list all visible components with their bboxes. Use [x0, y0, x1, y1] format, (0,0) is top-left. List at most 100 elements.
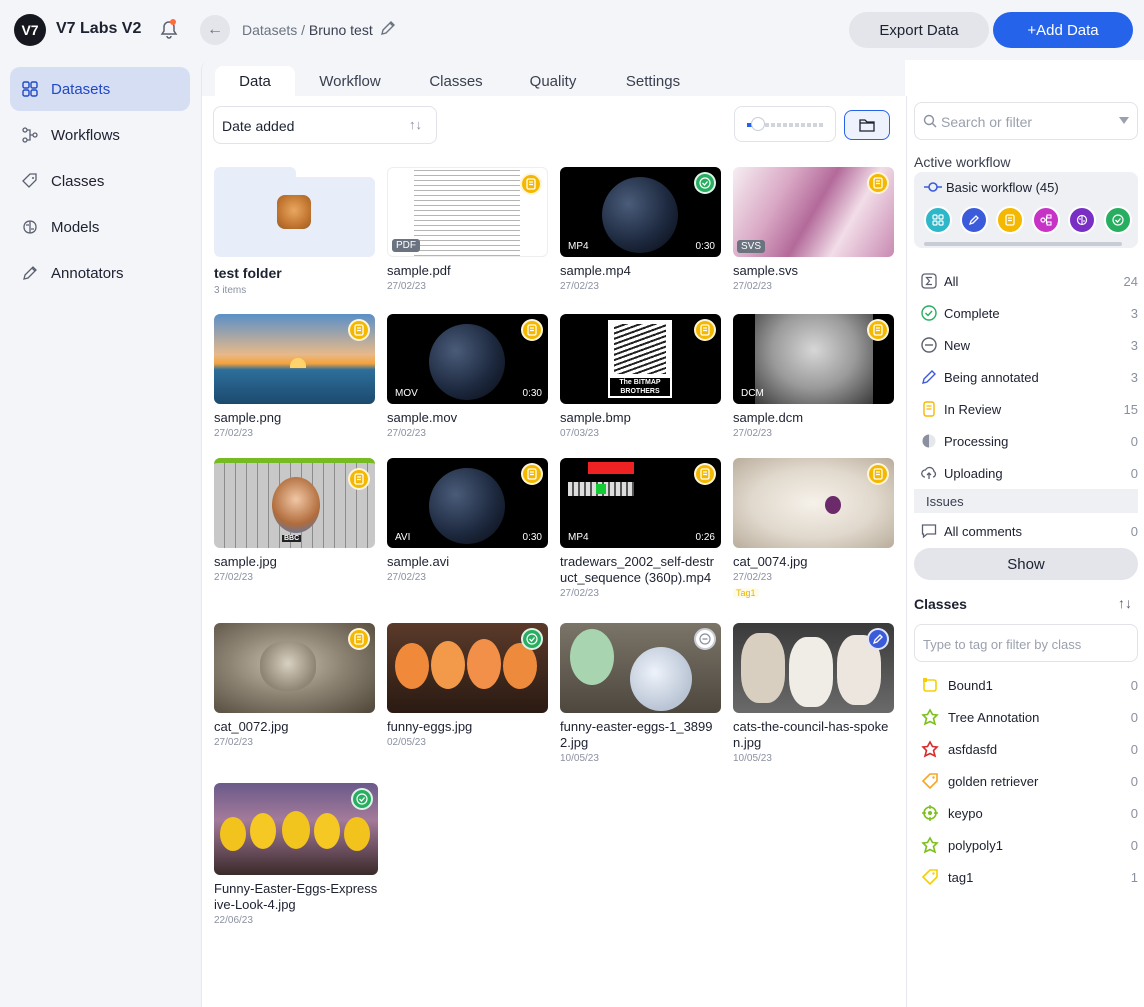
complete-icon [921, 305, 937, 321]
breadcrumb: Datasets / Bruno test [242, 22, 373, 38]
in-review-icon[interactable] [867, 172, 889, 194]
status-filter-in-review[interactable]: In Review 15 [907, 393, 1144, 425]
tab-data[interactable]: Data [215, 66, 295, 96]
class-item[interactable]: keypo 0 [907, 797, 1144, 829]
class-label: keypo [948, 806, 983, 821]
in-review-icon[interactable] [348, 468, 370, 490]
export-data-button[interactable]: Export Data [849, 12, 989, 48]
file-card[interactable]: The BITMAP BROTHERS sample.bmp 07/03/23 [560, 314, 721, 439]
smiley-egg-image [282, 811, 310, 849]
file-date: 27/02/23 [733, 281, 772, 292]
filter-dropdown-icon[interactable] [1119, 117, 1129, 125]
in-review-icon[interactable] [348, 628, 370, 650]
class-count: 0 [1130, 710, 1138, 725]
in-review-icon[interactable] [867, 319, 889, 341]
bell-icon[interactable] [159, 20, 179, 40]
class-item[interactable]: polypoly1 0 [907, 829, 1144, 861]
cat-image [789, 637, 833, 707]
file-card[interactable]: sample.png 27/02/23 [214, 314, 375, 439]
status-filter-all[interactable]: All 24 [907, 265, 1144, 297]
complete-icon[interactable] [521, 628, 543, 650]
file-thumbnail: The BITMAP BROTHERS [560, 314, 721, 404]
logic-stage-icon[interactable] [1032, 206, 1060, 234]
file-card[interactable]: BBC sample.jpg 27/02/23 [214, 458, 375, 583]
file-tag[interactable]: Tag1 [733, 588, 759, 598]
org-name[interactable]: V7 Labs V2 [56, 20, 141, 38]
status-filter-uploading[interactable]: Uploading 0 [907, 457, 1144, 489]
class-item[interactable]: tag1 1 [907, 861, 1144, 893]
status-filter-new[interactable]: New 3 [907, 329, 1144, 361]
complete-icon[interactable] [694, 172, 716, 194]
in-review-icon[interactable] [694, 319, 716, 341]
new-status-icon[interactable] [694, 628, 716, 650]
file-card[interactable]: cats-the-council-has-spoken.jpg 10/05/23 [733, 623, 894, 764]
file-name: sample.avi [387, 554, 450, 569]
folder-view-button[interactable] [844, 110, 890, 140]
file-card[interactable]: DCM sample.dcm 27/02/23 [733, 314, 894, 439]
class-item[interactable]: golden retriever 0 [907, 765, 1144, 797]
status-filter-being-annotated[interactable]: Being annotated 3 [907, 361, 1144, 393]
in-review-icon[interactable] [520, 173, 542, 195]
file-date: 27/02/23 [733, 428, 772, 439]
file-name: funny-eggs.jpg [387, 719, 473, 734]
file-card[interactable]: Funny-Easter-Eggs-Expressive-Look-4.jpg … [214, 783, 378, 926]
in-review-icon[interactable] [521, 463, 543, 485]
format-label: DCM [741, 388, 764, 399]
file-card[interactable]: PDF sample.pdf 27/02/23 [387, 167, 548, 292]
status-filter-processing[interactable]: Processing 0 [907, 425, 1144, 457]
v7-logo[interactable]: V7 [14, 14, 46, 46]
file-card[interactable]: cat_0072.jpg 27/02/23 [214, 623, 375, 748]
slider-knob[interactable] [751, 117, 765, 131]
tab-classes[interactable]: Classes [420, 66, 492, 96]
workflow-card[interactable]: Basic workflow (45) [914, 172, 1138, 248]
sidebar-item-models[interactable]: Models [10, 205, 190, 249]
format-label: MP4 [568, 241, 589, 252]
file-card[interactable]: funny-eggs.jpg 02/05/23 [387, 623, 548, 748]
file-card[interactable]: funny-easter-eggs-1_38992.jpg 10/05/23 [560, 623, 721, 764]
file-date: 27/02/23 [387, 428, 426, 439]
file-card[interactable]: cat_0074.jpg 27/02/23 Tag1 [733, 458, 894, 601]
class-filter-input[interactable]: Type to tag or filter by class [914, 624, 1138, 662]
in-review-icon[interactable] [348, 319, 370, 341]
add-data-button[interactable]: +Add Data [993, 12, 1133, 48]
tab-workflow[interactable]: Workflow [308, 66, 392, 96]
complete-icon[interactable] [351, 788, 373, 810]
file-card[interactable]: MP4 0:26 tradewars_2002_self-destruct_se… [560, 458, 721, 599]
being-annotated-icon[interactable] [867, 628, 889, 650]
review-stage-icon[interactable] [996, 206, 1024, 234]
sort-dropdown[interactable]: Date added ↑↓ [213, 106, 437, 144]
comments-filter[interactable]: All comments 0 [907, 515, 1144, 547]
class-item[interactable]: Bound1 0 [907, 669, 1144, 701]
breadcrumb-datasets[interactable]: Datasets [242, 22, 297, 38]
status-filter-complete[interactable]: Complete 3 [907, 297, 1144, 329]
file-card[interactable]: AVI 0:30 sample.avi 27/02/23 [387, 458, 548, 583]
sort-classes-icon[interactable]: ↑↓ [1118, 595, 1132, 611]
class-item[interactable]: Tree Annotation 0 [907, 701, 1144, 733]
workflow-scrollbar[interactable] [924, 242, 1122, 246]
folder-card[interactable]: test folder 3 items [214, 167, 375, 296]
file-card[interactable]: MOV 0:30 sample.mov 27/02/23 [387, 314, 548, 439]
tab-settings[interactable]: Settings [615, 66, 691, 96]
sidebar-item-classes[interactable]: Classes [10, 159, 190, 203]
in-review-icon[interactable] [694, 463, 716, 485]
show-button[interactable]: Show [914, 548, 1138, 580]
complete-stage-icon[interactable] [1104, 206, 1132, 234]
annotate-stage-icon[interactable] [960, 206, 988, 234]
in-review-icon[interactable] [867, 463, 889, 485]
status-count: 15 [1123, 402, 1138, 417]
model-stage-icon[interactable] [1068, 206, 1096, 234]
file-card[interactable]: MP4 0:30 sample.mp4 27/02/23 [560, 167, 721, 292]
class-item[interactable]: asfdasfd 0 [907, 733, 1144, 765]
thumbnail-size-slider[interactable] [734, 106, 836, 142]
tab-quality[interactable]: Quality [520, 66, 586, 96]
back-button[interactable]: ← [200, 15, 230, 45]
sidebar-item-datasets[interactable]: Datasets [10, 67, 190, 111]
file-card[interactable]: SVS sample.svs 27/02/23 [733, 167, 894, 292]
search-input[interactable]: Search or filter [914, 102, 1138, 140]
sidebar-item-annotators[interactable]: Annotators [10, 251, 190, 295]
edit-name-icon[interactable] [380, 20, 396, 36]
dataset-stage-icon[interactable] [924, 206, 952, 234]
sidebar-item-workflows[interactable]: Workflows [10, 113, 190, 157]
sort-direction-icon[interactable]: ↑↓ [409, 117, 422, 132]
in-review-icon[interactable] [521, 319, 543, 341]
